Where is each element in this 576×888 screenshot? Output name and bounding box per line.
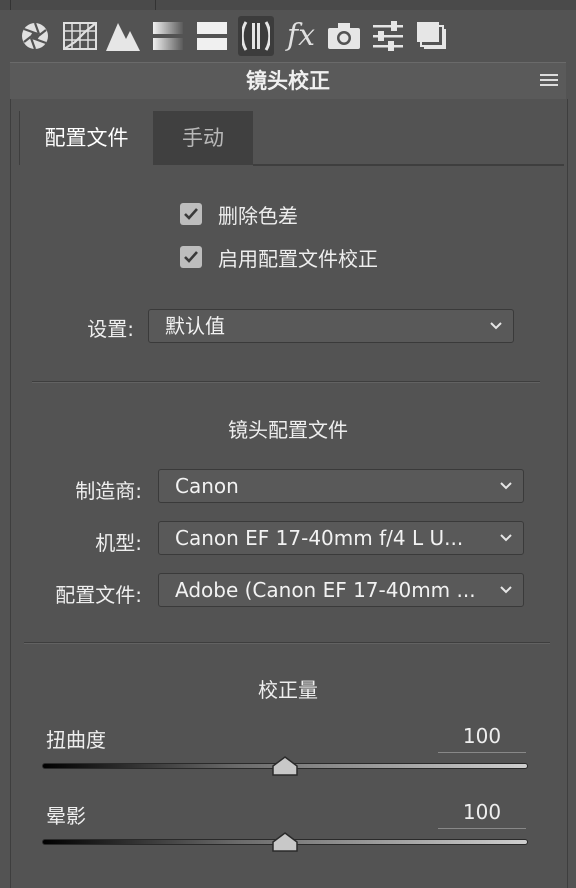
setup-select[interactable]: 默认值 xyxy=(148,309,514,343)
divider xyxy=(32,381,540,383)
tab-manual[interactable]: 手动 xyxy=(153,111,253,165)
chevron-down-icon xyxy=(500,586,512,594)
remove-chromatic-aberration-checkbox[interactable] xyxy=(180,203,202,225)
toolbar: fx xyxy=(0,0,576,62)
lens-profile-title: 镜头配置文件 xyxy=(228,418,348,442)
model-select[interactable]: Canon EF 17-40mm f/4 L U... xyxy=(158,521,524,555)
panel-header: 镜头校正 xyxy=(10,62,566,100)
vignetting-label: 晕影 xyxy=(46,804,86,828)
grid-icon[interactable] xyxy=(62,16,98,56)
remove-chromatic-aberration-label: 删除色差 xyxy=(218,203,298,228)
camera-icon[interactable] xyxy=(326,16,362,56)
fx-label: fx xyxy=(286,18,316,53)
chevron-down-icon xyxy=(490,322,502,330)
aperture-icon[interactable] xyxy=(17,16,53,56)
divider xyxy=(24,642,550,644)
model-value: Canon EF 17-40mm f/4 L U... xyxy=(175,526,464,550)
tab-underline xyxy=(253,164,564,166)
tab-profile[interactable]: 配置文件 xyxy=(20,111,153,165)
sliders-icon[interactable] xyxy=(370,16,406,56)
distortion-label: 扭曲度 xyxy=(46,728,106,752)
remove-chromatic-aberration-row[interactable]: 删除色差 xyxy=(180,200,298,228)
vignetting-value-input[interactable]: 100 xyxy=(438,800,526,829)
panel-menu-icon[interactable] xyxy=(540,74,558,88)
enable-profile-corrections-label: 启用配置文件校正 xyxy=(218,246,378,271)
model-label: 机型: xyxy=(95,531,142,555)
lens-icon[interactable] xyxy=(238,16,274,56)
enable-profile-corrections-checkbox[interactable] xyxy=(180,246,202,268)
tone-curve-icon[interactable] xyxy=(105,16,141,56)
profile-select[interactable]: Adobe (Canon EF 17-40mm ... xyxy=(158,573,524,607)
profile-label: 配置文件: xyxy=(55,583,142,607)
fx-icon[interactable]: fx xyxy=(283,16,319,56)
toolbar-top-strip xyxy=(0,0,576,10)
correction-amount-title: 校正量 xyxy=(258,678,318,702)
setup-value: 默认值 xyxy=(165,314,225,338)
gradient-icon[interactable] xyxy=(150,16,186,56)
make-label: 制造商: xyxy=(75,479,142,503)
make-value: Canon xyxy=(175,474,239,498)
divider xyxy=(155,0,156,10)
vignetting-slider-thumb[interactable] xyxy=(272,832,298,852)
presets-icon[interactable] xyxy=(414,16,450,56)
make-select[interactable]: Canon xyxy=(158,469,524,503)
distortion-slider-thumb[interactable] xyxy=(272,756,298,776)
setup-label: 设置: xyxy=(87,317,134,341)
chevron-down-icon xyxy=(500,534,512,542)
divider xyxy=(10,0,11,10)
enable-profile-corrections-row[interactable]: 启用配置文件校正 xyxy=(180,243,378,271)
chevron-down-icon xyxy=(500,482,512,490)
profile-value: Adobe (Canon EF 17-40mm ... xyxy=(175,578,476,602)
panel-title: 镜头校正 xyxy=(246,69,330,93)
distortion-value-input[interactable]: 100 xyxy=(438,724,526,753)
split-tone-icon[interactable] xyxy=(194,16,230,56)
